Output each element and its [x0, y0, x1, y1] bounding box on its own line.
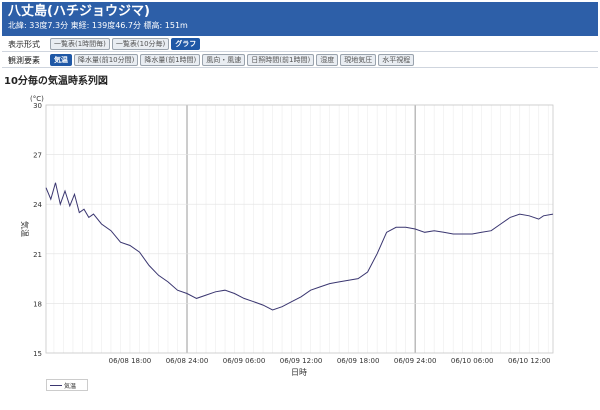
chart-title: 10分毎の気温時系列図	[4, 76, 108, 87]
format-10min-table-button[interactable]: 一覧表(10分毎)	[111, 38, 170, 50]
series-line-temperature	[45, 182, 554, 311]
element-pressure-button[interactable]: 現地気圧	[340, 54, 377, 66]
y-tick-label: 15	[33, 350, 42, 358]
element-precip-1h-button[interactable]: 降水量(前1時間)	[140, 54, 201, 66]
x-tick-label: 06/09 24:00	[394, 357, 437, 365]
element-label: 観測要素	[8, 55, 40, 65]
element-sunshine-button[interactable]: 日照時間(前1時間)	[247, 54, 315, 66]
y-tick-label: 21	[33, 251, 42, 259]
element-wind-button[interactable]: 風向・風速	[202, 54, 246, 66]
x-tick-label: 06/10 12:00	[508, 357, 551, 365]
x-tick-label: 06/08 24:00	[166, 357, 209, 365]
y-tick-label: 18	[33, 300, 42, 308]
element-visibility-button[interactable]: 水平視程	[378, 54, 415, 66]
y-tick-label: 30	[33, 102, 42, 110]
chart-grid	[46, 104, 553, 354]
y-axis-label: 気温	[20, 221, 30, 237]
y-tick-label: 24	[33, 201, 42, 209]
x-tick-label: 06/09 06:00	[223, 357, 266, 365]
x-axis-label: 日時	[291, 368, 307, 377]
element-humidity-button[interactable]: 湿度	[316, 54, 339, 66]
y-axis: 15 18 21 24 27 30	[33, 102, 42, 358]
element-row: 観測要素 気温 降水量(前10分間) 降水量(前1時間) 風向・風速 日照時間(…	[2, 53, 598, 68]
x-tick-label: 06/09 18:00	[337, 357, 380, 365]
x-tick-label: 06/10 06:00	[451, 357, 494, 365]
plot-area	[45, 104, 554, 354]
element-precip-10min-button[interactable]: 降水量(前10分間)	[74, 54, 139, 66]
x-tick-label: 06/08 18:00	[109, 357, 152, 365]
x-tick-label: 06/09 12:00	[280, 357, 323, 365]
legend-label: 気温	[64, 382, 77, 390]
element-temperature-button[interactable]: 気温	[50, 54, 72, 66]
station-location: 北緯: 33度7.3分 東経: 139度46.7分 標高: 151m	[8, 21, 188, 30]
legend-swatch	[50, 384, 62, 386]
station-header: 八丈島(ハチジョウジマ) 北緯: 33度7.3分 東経: 139度46.7分 標…	[2, 2, 598, 36]
display-format-row: 表示形式 一覧表(1時間毎) 一覧表(10分毎) グラフ	[2, 37, 598, 52]
y-tick-label: 27	[33, 152, 42, 160]
x-axis: 06/08 18:00 06/08 24:00 06/09 06:00 06/09 1…	[109, 357, 551, 365]
format-hourly-table-button[interactable]: 一覧表(1時間毎)	[50, 38, 110, 50]
display-format-label: 表示形式	[8, 39, 40, 49]
legend: 気温	[46, 379, 88, 391]
station-title: 八丈島(ハチジョウジマ)	[8, 4, 150, 19]
format-graph-button[interactable]: グラフ	[171, 38, 201, 50]
y-unit: (°C)	[30, 95, 44, 103]
